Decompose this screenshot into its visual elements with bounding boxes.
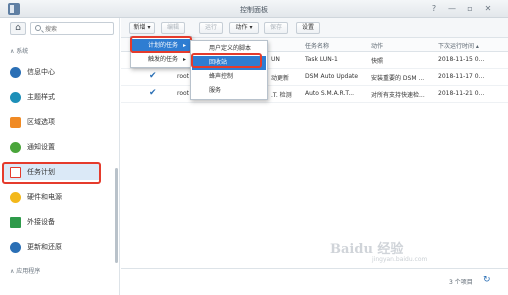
task-next-run-cell: 2018-11-15 0... [438,56,485,63]
task-owner-cell: root [177,73,190,80]
notification-icon [10,141,21,153]
menu-item-service[interactable]: 服务 [192,84,266,98]
sidebar-item-region[interactable]: 区域选项 [10,114,114,130]
sidebar-item-label: 更新和还原 [27,243,62,251]
task-name-cell: Auto S.M.A.R.T... [305,90,355,97]
home-button[interactable]: ⌂ [10,22,26,35]
region-icon [10,116,21,128]
home-icon: ⌂ [15,23,21,33]
item-count: 3 个项目 [449,279,473,286]
menu-item-label: 触发的任务 [148,56,179,63]
column-next-run[interactable]: 下次运行时间 ▴ [438,41,479,50]
task-next-run-cell: 2018-11-17 0... [438,73,485,80]
enabled-checkbox[interactable]: ✔ [149,72,158,81]
section-apps[interactable]: ∧ 应用程序 [10,266,40,275]
footer: 3 个项目 ↻ [121,268,508,295]
table-row[interactable]: ✔ root .T. 检测 Auto S.M.A.R.T... 对所有支持快速检… [121,86,508,103]
maximize-icon[interactable]: ▫ [464,3,476,15]
create-button[interactable]: 新增 ▾ [129,22,155,34]
run-button[interactable]: 运行 [199,22,223,34]
sidebar-item-hardware[interactable]: 硬件和电源 [10,189,114,205]
update-icon [10,241,21,253]
search-icon [35,25,41,31]
task-name-cell: Task LUN-1 [305,56,338,63]
task-owner-cell: root [177,90,190,97]
sidebar-item-label: 区域选项 [27,118,55,126]
scheduled-task-submenu: 用户定义的脚本 回收站 蜂声控制 服务 [190,40,268,100]
close-icon[interactable]: ✕ [482,3,494,15]
palette-icon [10,91,21,103]
highlight-scheduled-task [130,36,192,53]
task-type-cell: .T. 检测 [271,92,292,99]
search-box[interactable] [30,22,114,35]
help-icon[interactable]: ? [428,3,440,15]
sidebar: ⌂ ∧ 系统 信息中心 主题样式 区域选项 通知设置 任务计划 硬件和电源 外接… [0,18,120,295]
title-bar: 控制面板 ? — ▫ ✕ [0,0,508,18]
task-name-cell: DSM Auto Update [305,73,359,80]
action-button[interactable]: 动作 ▾ [229,22,259,34]
submenu-arrow-icon: ▸ [182,56,186,63]
toolbar: 新增 ▾ 编辑 运行 动作 ▾ 保存 设置 [121,18,508,38]
section-system[interactable]: ∧ 系统 [10,46,28,55]
save-button[interactable]: 保存 [264,22,288,34]
sidebar-item-external-devices[interactable]: 外接设备 [10,214,114,230]
minimize-icon[interactable]: — [446,3,458,15]
settings-button[interactable]: 设置 [296,22,320,34]
menu-item-beep-control[interactable]: 蜂声控制 [192,70,266,84]
menu-item-triggered-task[interactable]: 触发的任务 ▸ [132,53,190,67]
task-action-cell: 对所有支持快速检... [371,92,425,99]
sidebar-item-label: 外接设备 [27,218,55,226]
sidebar-item-update[interactable]: 更新和还原 [10,239,114,255]
bulb-icon [10,191,21,203]
column-task-name[interactable]: 任务名称 [305,41,329,50]
task-action-cell: 安装重要的 DSM ... [371,75,425,82]
enabled-checkbox[interactable]: ✔ [149,89,158,98]
sidebar-item-label: 信息中心 [27,68,55,76]
task-type-cell: UN [271,56,280,63]
highlight-task-scheduler [2,162,101,184]
highlight-recycle-bin [191,53,262,68]
refresh-icon[interactable]: ↻ [483,275,491,285]
sidebar-item-notification[interactable]: 通知设置 [10,139,114,155]
info-icon [10,66,21,78]
task-action-cell: 快照 [371,58,384,65]
sidebar-item-label: 通知设置 [27,143,55,151]
watermark-url: jingyan.baidu.com [372,256,428,263]
sidebar-item-info-center[interactable]: 信息中心 [10,64,114,80]
task-next-run-cell: 2018-11-21 0... [438,90,485,97]
search-input[interactable] [45,24,111,34]
sidebar-item-label: 主题样式 [27,93,55,101]
sidebar-item-theme[interactable]: 主题样式 [10,89,114,105]
sidebar-item-label: 硬件和电源 [27,193,62,201]
column-action[interactable]: 动作 [371,41,383,50]
task-type-cell: 动更新 [271,75,290,82]
table-row[interactable]: ✔ root 动更新 DSM Auto Update 安装重要的 DSM ...… [121,69,508,86]
sidebar-scrollbar[interactable] [115,168,118,263]
external-device-icon [10,216,21,228]
edit-button[interactable]: 编辑 [161,22,185,34]
baidu-watermark: Baidu 经验 [330,242,404,257]
